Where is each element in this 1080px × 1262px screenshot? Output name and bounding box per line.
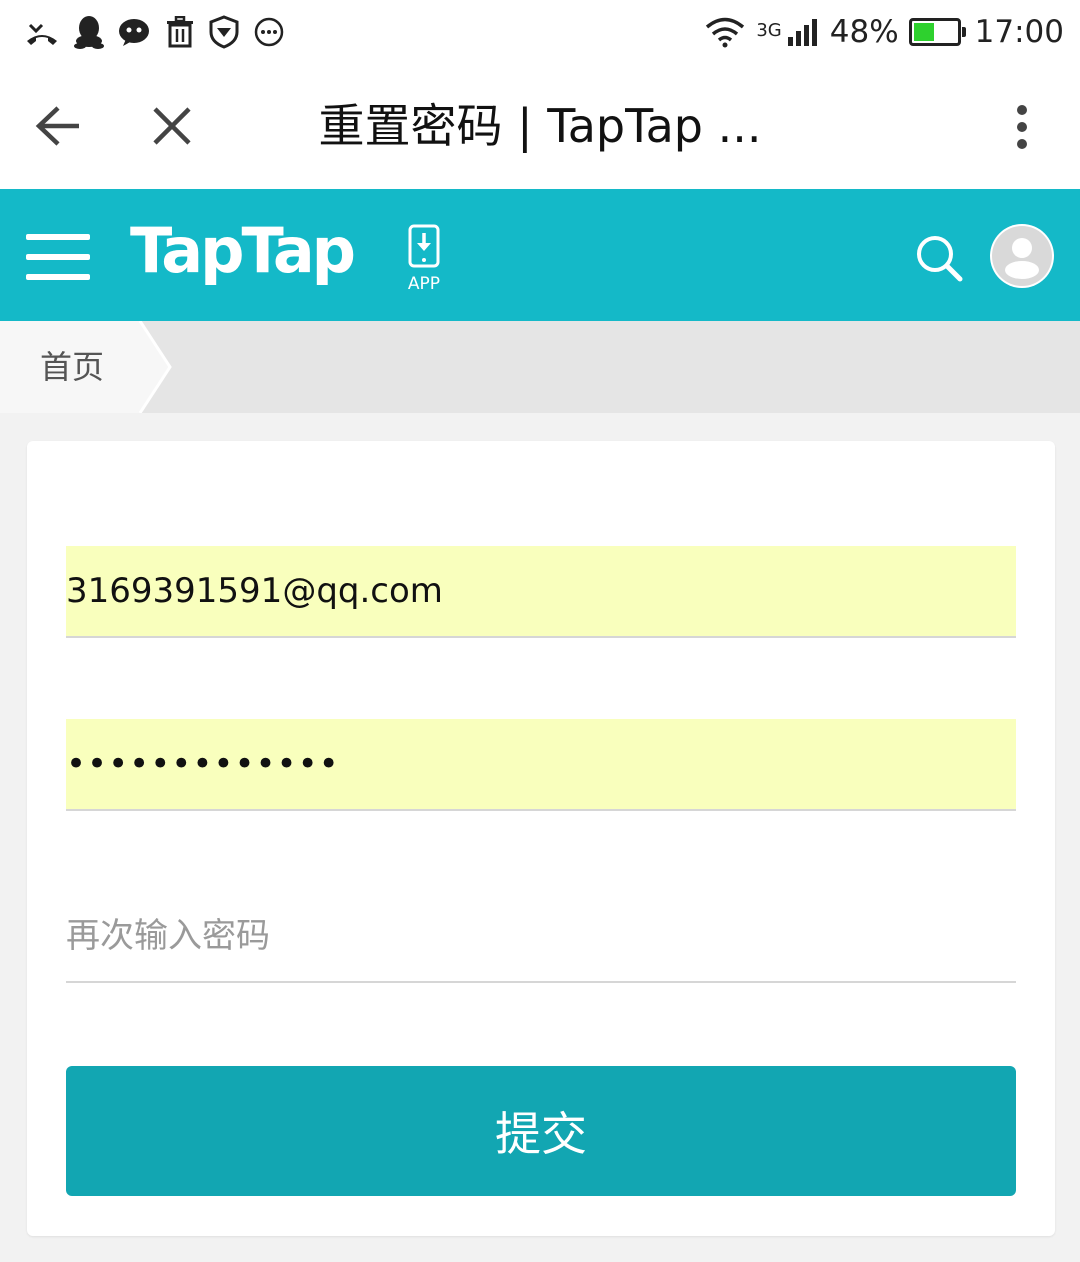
wifi-icon: [706, 17, 745, 48]
clock: 17:00: [974, 14, 1064, 50]
reset-password-card: 提交: [27, 441, 1055, 1236]
taptap-logo[interactable]: TapTap: [130, 211, 356, 291]
phone-download-icon: [408, 224, 440, 268]
status-system-indicators: 3G 48% 17:00: [704, 10, 1064, 54]
status-bar: 3G 48% 17:00: [0, 0, 1080, 64]
app-label: APP: [407, 274, 441, 294]
shield-icon: [209, 15, 239, 49]
menu-icon[interactable]: [26, 234, 90, 280]
trash-icon: [167, 16, 193, 48]
password-field[interactable]: [66, 719, 1016, 811]
app-download-button[interactable]: APP: [400, 224, 448, 294]
close-icon[interactable]: [152, 106, 192, 146]
browser-title-bar: 重置密码 | TapTap ...: [0, 64, 1080, 189]
more-vertical-icon[interactable]: [1010, 104, 1034, 150]
breadcrumb: 首页: [0, 321, 1080, 413]
email-field[interactable]: [66, 546, 1016, 638]
battery-icon: [908, 18, 966, 46]
battery-percent: 48%: [829, 14, 899, 50]
network-type: 3G: [756, 19, 782, 41]
wechat-icon: [119, 19, 149, 46]
signal-icon: [787, 19, 817, 46]
page-title: 重置密码 | TapTap ...: [318, 99, 762, 153]
submit-button[interactable]: 提交: [66, 1066, 1016, 1196]
qq-icon: [74, 16, 104, 49]
back-arrow-icon[interactable]: [34, 104, 82, 148]
more-circle-icon: [254, 17, 284, 47]
user-icon: [992, 226, 1052, 286]
site-header: TapTap APP: [0, 189, 1080, 321]
confirm-password-field[interactable]: [66, 891, 1016, 983]
status-notification-icons: [24, 12, 284, 52]
breadcrumb-home-label: 首页: [40, 348, 105, 386]
missed-call-icon: [27, 23, 57, 45]
search-icon[interactable]: [914, 233, 964, 283]
battery-fill: [913, 23, 934, 41]
avatar[interactable]: [990, 224, 1054, 288]
breadcrumb-home[interactable]: 首页: [0, 321, 170, 413]
